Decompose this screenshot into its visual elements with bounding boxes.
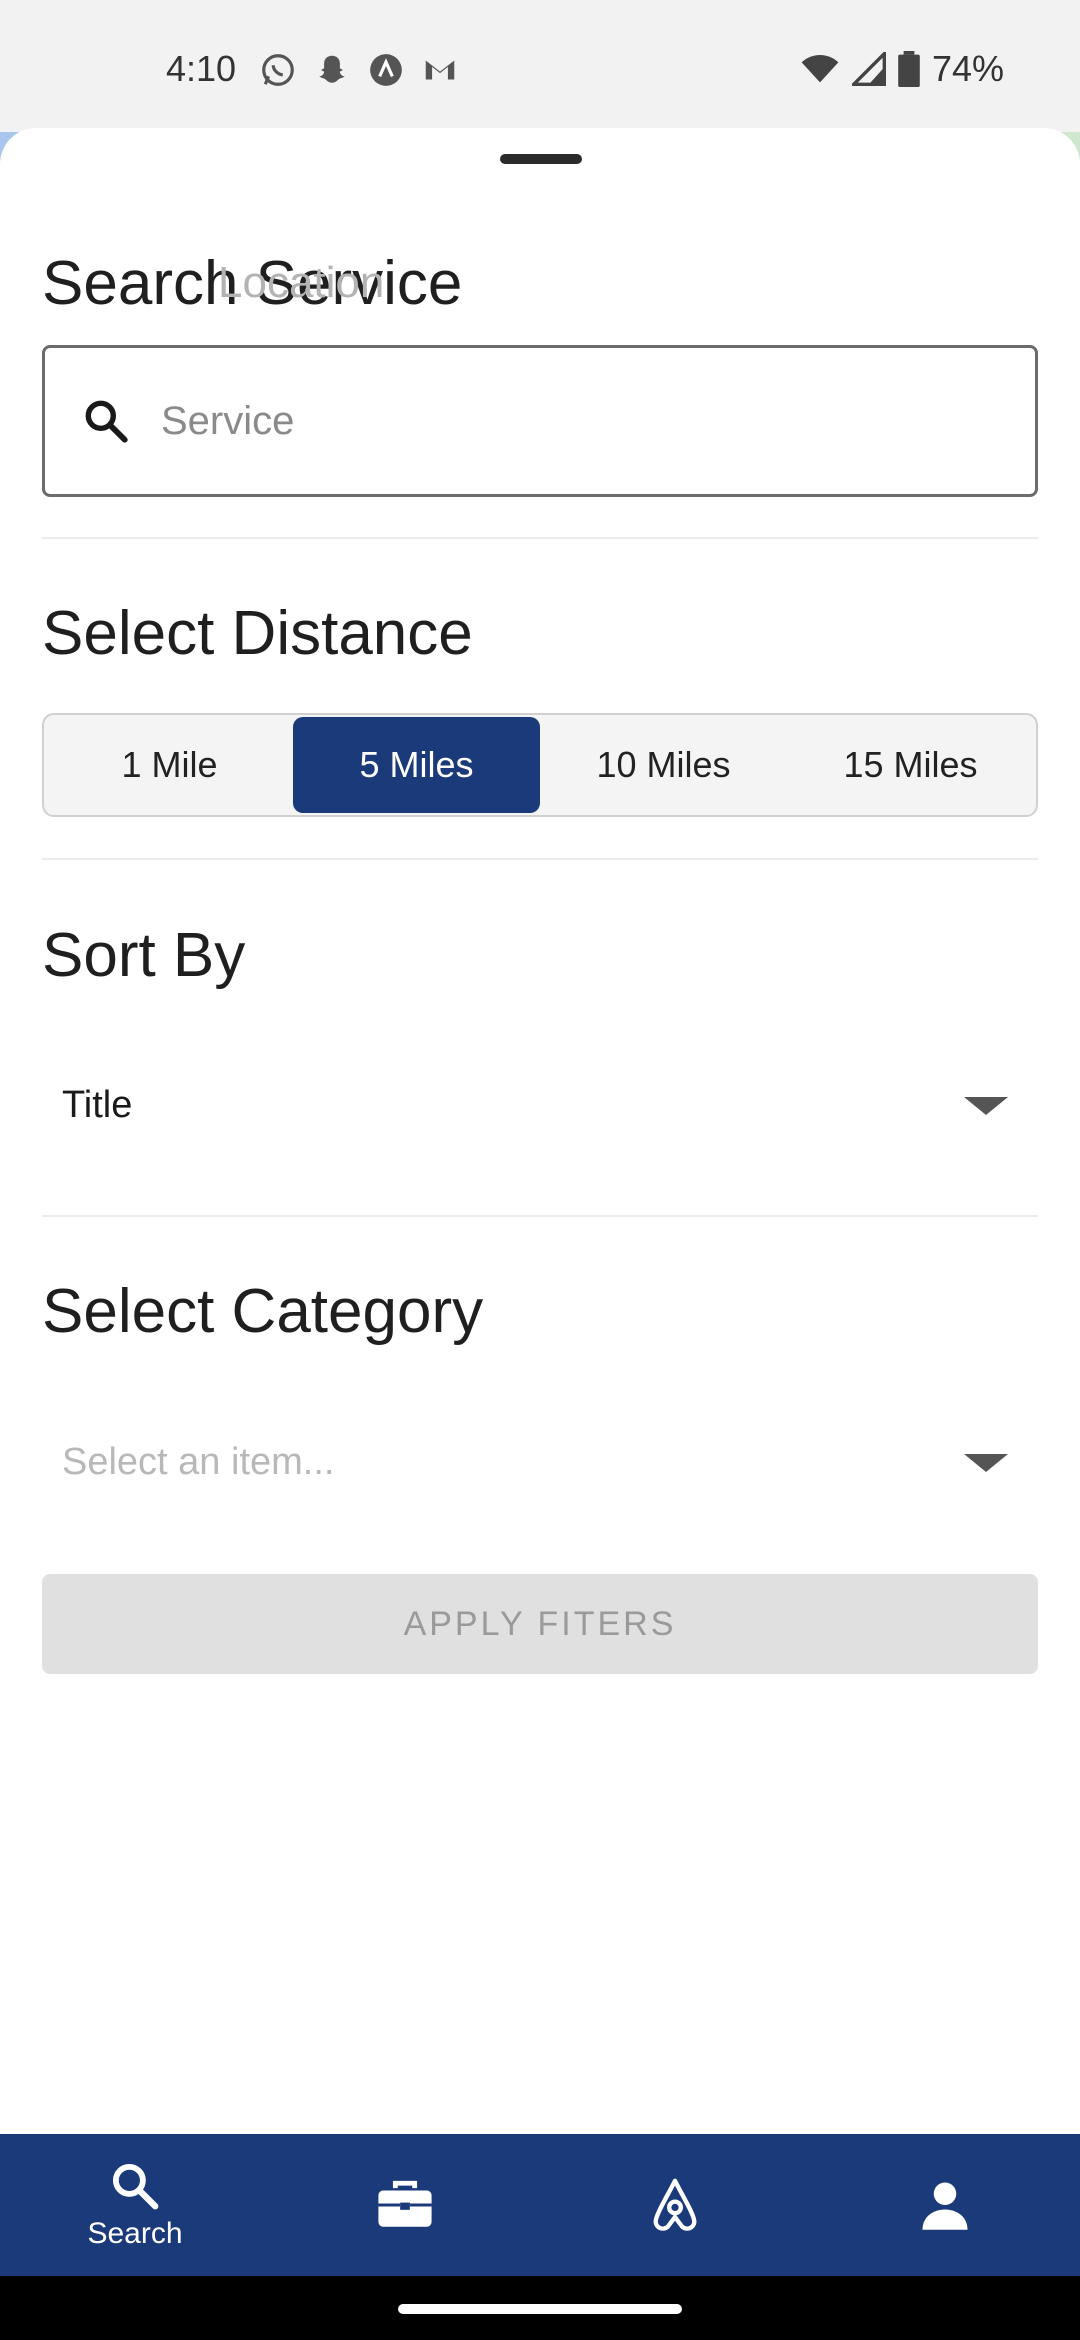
- signal-icon: [851, 52, 886, 86]
- app-a-icon: [366, 50, 406, 90]
- service-search-field[interactable]: [42, 345, 1038, 497]
- sort-by-title: Sort By: [42, 921, 246, 990]
- battery-icon: [898, 51, 920, 87]
- divider: [42, 1215, 1038, 1217]
- system-gesture-bar: [0, 2276, 1080, 2340]
- distance-option-1-mile[interactable]: 1 Mile: [46, 717, 293, 813]
- snapchat-icon: [312, 50, 352, 90]
- nav-stays[interactable]: [540, 2134, 810, 2276]
- search-icon: [85, 400, 128, 443]
- sort-by-value: Title: [62, 1083, 133, 1126]
- category-placeholder: Select an item...: [62, 1440, 335, 1483]
- bottom-navigation: Search: [0, 2134, 1080, 2276]
- dropdown-arrow-icon: [964, 1097, 1008, 1115]
- person-icon: [922, 2182, 968, 2230]
- search-icon: [112, 2163, 159, 2210]
- briefcase-icon: [378, 2180, 432, 2227]
- distance-option-10-miles[interactable]: 10 Miles: [540, 717, 787, 813]
- battery-percent: 74%: [931, 48, 1004, 89]
- notification-icons: [258, 50, 460, 90]
- distance-option-5-miles[interactable]: 5 Miles: [293, 717, 540, 813]
- nav-profile[interactable]: [810, 2134, 1080, 2276]
- select-distance-title: Select Distance: [42, 599, 473, 668]
- nav-services[interactable]: [270, 2134, 540, 2276]
- category-dropdown[interactable]: Select an item...: [42, 1407, 1038, 1517]
- status-right: 74%: [800, 48, 1004, 90]
- nav-search[interactable]: Search: [0, 2134, 270, 2276]
- nav-search-label: Search: [87, 2217, 183, 2250]
- service-input[interactable]: [159, 397, 959, 445]
- location-ghost-label: Location: [218, 258, 385, 307]
- drag-handle[interactable]: [500, 154, 582, 164]
- status-bar: 4:10 74%: [0, 0, 1080, 135]
- apply-filters-button[interactable]: APPLY FITERS: [42, 1574, 1038, 1674]
- whatsapp-icon: [258, 50, 298, 90]
- divider: [42, 858, 1038, 860]
- dropdown-arrow-icon: [964, 1454, 1008, 1472]
- home-gesture-handle[interactable]: [398, 2304, 682, 2314]
- sort-by-dropdown[interactable]: Title: [42, 1050, 1038, 1160]
- select-category-title: Select Category: [42, 1277, 484, 1346]
- distance-selector: 1 Mile 5 Miles 10 Miles 15 Miles: [42, 713, 1038, 817]
- airbnb-icon: [653, 2178, 697, 2231]
- distance-option-15-miles[interactable]: 15 Miles: [787, 717, 1034, 813]
- status-time: 4:10: [166, 48, 237, 89]
- filter-sheet: Search Service Location Select Distance …: [0, 128, 1080, 2134]
- divider: [42, 537, 1038, 539]
- wifi-icon: [800, 52, 840, 86]
- gmail-icon: [420, 50, 460, 90]
